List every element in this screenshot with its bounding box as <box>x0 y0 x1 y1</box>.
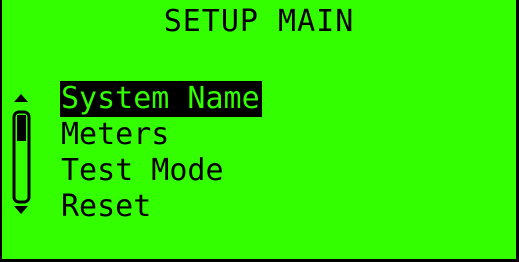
menu-item-label: Test Mode <box>61 153 224 188</box>
menu-item-meters[interactable]: Meters <box>60 117 262 153</box>
scrollbar-thumb[interactable] <box>17 115 26 141</box>
arrow-down-icon[interactable] <box>14 206 28 214</box>
setup-menu: System Name Meters Test Mode Reset <box>60 81 262 225</box>
menu-item-label: Meters <box>61 117 170 152</box>
arrow-up-icon[interactable] <box>14 94 28 102</box>
menu-item-reset[interactable]: Reset <box>60 189 262 225</box>
menu-item-test-mode[interactable]: Test Mode <box>60 153 262 189</box>
lcd-screen: SETUP MAIN System Name Meters Test Mode … <box>0 0 519 262</box>
menu-item-system-name[interactable]: System Name <box>60 81 262 117</box>
menu-item-label: Reset <box>61 189 152 224</box>
screen-title: SETUP MAIN <box>163 4 355 39</box>
menu-item-label: System Name <box>60 81 262 117</box>
scrollbar[interactable] <box>12 92 42 217</box>
